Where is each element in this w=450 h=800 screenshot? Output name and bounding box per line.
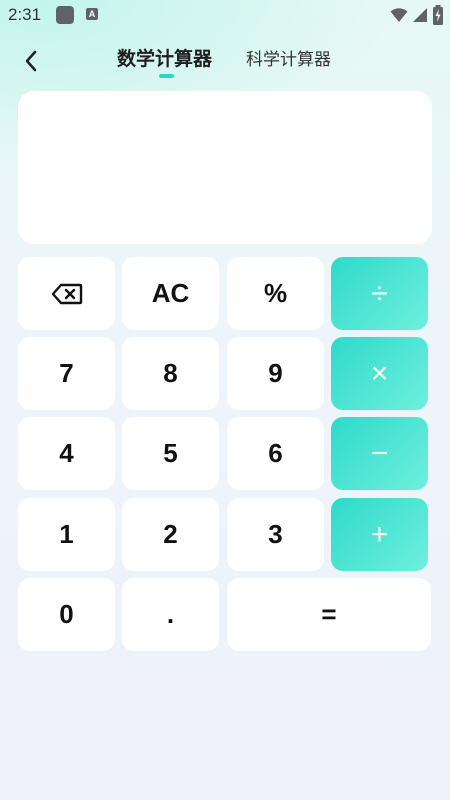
tab-math-calculator[interactable]: 数学计算器 — [117, 44, 212, 71]
digit-9-button[interactable]: 9 — [227, 337, 324, 410]
digit-4-button[interactable]: 4 — [18, 417, 115, 490]
status-icons — [390, 5, 444, 25]
multiply-button[interactable]: × — [331, 337, 428, 410]
clear-button[interactable]: AC — [122, 257, 219, 330]
percent-button[interactable]: % — [227, 257, 324, 330]
active-tab-indicator — [159, 74, 174, 78]
status-bar: 2:31 A — [0, 0, 450, 30]
backspace-icon — [51, 283, 82, 304]
wifi-icon — [390, 8, 408, 22]
status-time: 2:31 — [8, 5, 42, 24]
digit-3-button[interactable]: 3 — [227, 498, 324, 571]
digit-0-button[interactable]: 0 — [18, 578, 115, 651]
display-result — [36, 135, 414, 179]
signal-icon — [413, 8, 427, 22]
digit-7-button[interactable]: 7 — [18, 337, 115, 410]
minus-button[interactable]: − — [331, 417, 428, 490]
a-badge-icon: A — [86, 8, 98, 20]
backspace-button[interactable] — [18, 257, 115, 330]
equals-button[interactable]: = — [227, 578, 431, 651]
digit-8-button[interactable]: 8 — [122, 337, 219, 410]
plus-button[interactable]: + — [331, 498, 428, 571]
app-notification-icon — [56, 6, 74, 24]
calculator-display — [18, 91, 432, 244]
digit-5-button[interactable]: 5 — [122, 417, 219, 490]
tab-scientific-calculator[interactable]: 科学计算器 — [246, 45, 331, 70]
battery-charging-icon — [433, 5, 443, 25]
digit-6-button[interactable]: 6 — [227, 417, 324, 490]
calculator-tabs: 数学计算器 科学计算器 — [0, 40, 450, 80]
display-expression — [36, 107, 414, 135]
digit-1-button[interactable]: 1 — [18, 498, 115, 571]
decimal-button[interactable]: . — [122, 578, 219, 651]
digit-2-button[interactable]: 2 — [122, 498, 219, 571]
divide-button[interactable]: ÷ — [331, 257, 428, 330]
